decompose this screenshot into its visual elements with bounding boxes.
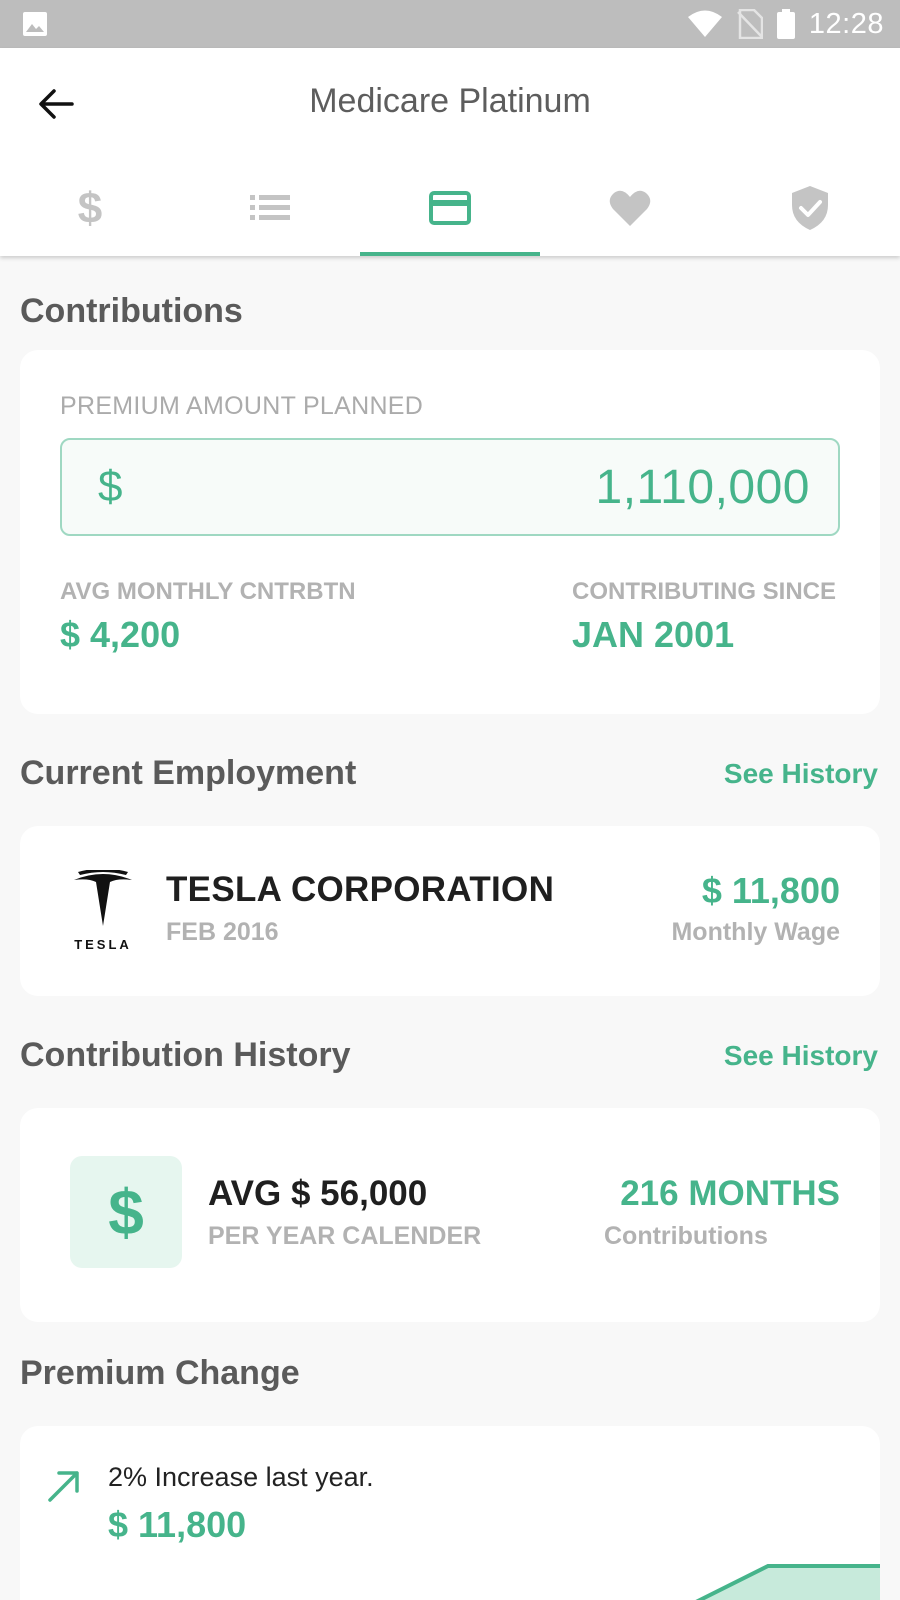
page-title: Medicare Platinum: [309, 82, 591, 120]
employment-see-history-link[interactable]: See History: [724, 758, 878, 790]
tab-dollar[interactable]: $: [0, 160, 180, 256]
tab-security[interactable]: [720, 160, 900, 256]
status-bar: 12:28: [0, 0, 900, 48]
avg-monthly-value: $ 4,200: [60, 614, 181, 655]
contributions-title: Contributions: [20, 292, 243, 330]
gallery-icon: [23, 12, 47, 36]
premium-trend-graph: [695, 1564, 880, 1600]
history-months-sublabel: Contributions: [604, 1222, 768, 1250]
history-average: AVG $ 56,000: [208, 1174, 428, 1213]
company-logo-text: TESLA: [74, 937, 132, 952]
premium-change-text: 2% Increase last year.: [108, 1462, 374, 1492]
history-average-sublabel: PER YEAR CALENDER: [208, 1222, 482, 1250]
app-bar: Medicare Platinum $: [0, 48, 900, 256]
credit-card-icon: [429, 191, 471, 225]
contributions-card: PREMIUM AMOUNT PLANNED $ 1,110,000 AVG M…: [20, 350, 880, 714]
premium-label: PREMIUM AMOUNT PLANNED: [60, 392, 424, 420]
employment-title: Current Employment: [20, 754, 357, 792]
shield-check-icon: [792, 186, 828, 230]
dollar-badge-icon: $: [70, 1156, 182, 1268]
history-months: 216 MONTHS: [620, 1174, 840, 1213]
history-card[interactable]: $ AVG $ 56,000 PER YEAR CALENDER 216 MON…: [20, 1108, 880, 1322]
heart-icon: [609, 190, 651, 226]
no-sim-icon: [737, 9, 763, 39]
dollar-icon: $: [78, 185, 102, 231]
trend-up-icon: [48, 1471, 79, 1502]
currency-symbol: $: [98, 462, 123, 511]
tesla-logo-icon: [74, 868, 132, 926]
history-see-history-link[interactable]: See History: [724, 1040, 878, 1072]
battery-icon: [776, 9, 795, 39]
premium-change-value: $ 11,800: [108, 1504, 247, 1545]
tab-list[interactable]: [180, 160, 360, 256]
company-logo: TESLA: [70, 868, 136, 952]
status-time: 12:28: [808, 7, 884, 40]
premium-amount-field[interactable]: $ 1,110,000: [60, 438, 840, 536]
tab-health[interactable]: [540, 160, 720, 256]
employment-start-date: FEB 2016: [166, 918, 279, 946]
list-icon: [250, 195, 290, 220]
employment-card[interactable]: TESLA TESLA CORPORATION FEB 2016 $ 11,80…: [20, 826, 880, 996]
history-title: Contribution History: [20, 1036, 351, 1074]
monthly-wage-value: $ 11,800: [701, 870, 840, 911]
premium-amount-value: 1,110,000: [595, 461, 810, 514]
company-name: TESLA CORPORATION: [166, 870, 555, 909]
contributing-since-label: CONTRIBUTING SINCE: [572, 578, 836, 605]
monthly-wage-label: Monthly Wage: [671, 918, 840, 946]
avg-monthly-label: AVG MONTHLY CNTRBTN: [60, 578, 356, 605]
svg-text:$: $: [78, 185, 102, 231]
contributing-since-value: JAN 2001: [572, 614, 735, 655]
tab-bar: $: [0, 160, 900, 256]
tab-payment[interactable]: [360, 160, 540, 256]
premium-change-title: Premium Change: [20, 1354, 300, 1392]
wifi-icon: [687, 10, 722, 37]
premium-change-card: 2% Increase last year. $ 11,800: [20, 1426, 880, 1600]
